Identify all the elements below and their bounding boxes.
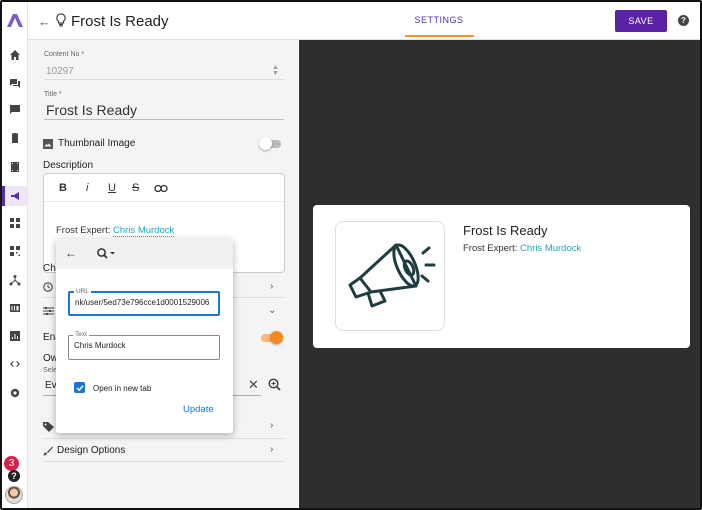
save-button[interactable]: SAVE [615,10,667,32]
url-field[interactable]: URL [68,288,220,316]
select-value-partial: Ev [45,380,57,391]
check-icon [75,384,84,391]
analytics-icon[interactable] [7,328,23,344]
preview-link[interactable]: Chris Murdock [520,243,581,254]
open-new-tab-label: Open in new tab [93,384,152,393]
report-icon[interactable] [7,300,23,316]
preview-card: Frost Is Ready Frost Expert: Chris Murdo… [313,205,690,348]
link-icon[interactable] [154,184,168,193]
tag-icon [43,422,54,432]
clock-icon [43,282,53,292]
content-no-label: Content No * [44,51,85,58]
text-input[interactable] [74,341,214,350]
clear-icon[interactable]: ✕ [248,377,259,393]
link-popup-header: ← [56,239,233,269]
underline-button[interactable]: U [108,182,116,194]
image-icon [43,139,53,149]
thumbnail-label: Thumbnail Image [58,138,136,149]
lightbulb-icon [56,13,66,27]
chevron-down-icon[interactable]: ⌄ [268,305,276,316]
preview-subtitle: Frost Expert: Chris Murdock [463,243,582,254]
top-bar: ← Frost Is Ready SETTINGS SAVE ? [28,2,700,40]
preview-panel: Frost Is Ready Frost Expert: Chris Murdo… [299,40,700,508]
title-field[interactable]: Frost Is Ready [46,102,137,118]
megaphone-nav-icon[interactable] [2,186,27,206]
search-dropdown-icon[interactable] [96,247,118,261]
strikethrough-button[interactable]: S [132,182,139,194]
app-logo-icon[interactable] [5,11,25,29]
title-label: Title * [44,91,62,98]
update-button[interactable]: Update [183,404,214,415]
chevron-right-icon[interactable]: › [270,420,273,431]
preview-title: Frost Is Ready [463,223,548,238]
chat-icon[interactable] [7,75,23,91]
qr-code-icon[interactable] [7,243,23,259]
zoom-in-icon[interactable] [268,378,281,391]
select-label-partial: Sele [43,367,58,374]
bold-button[interactable]: B [59,182,67,194]
thumbnail-frame [335,221,445,331]
toolbar-divider [44,201,284,202]
content-no-field[interactable]: 10297 [46,66,74,77]
design-options-label[interactable]: Design Options [57,445,125,456]
avatar[interactable] [5,486,23,504]
description-text: Frost Expert: Chris Murdock [56,225,175,237]
description-link[interactable]: Chris Murdock [113,225,175,237]
message-icon[interactable] [7,102,23,118]
divider [44,119,284,120]
text-field[interactable]: Text [68,331,220,360]
hierarchy-icon[interactable] [7,272,23,288]
notification-badge[interactable]: 3 [4,456,19,471]
code-icon[interactable] [7,356,23,372]
divider [43,461,285,462]
clipboard-icon[interactable] [7,130,23,146]
tab-active-indicator [405,35,474,37]
app-window: 3 ? ← Frost Is Ready SETTINGS SAVE ? Con… [0,0,702,510]
sliders-icon [43,307,54,315]
help-icon[interactable]: ? [8,470,20,482]
brush-icon [43,446,53,456]
stepper-icon[interactable]: ▲ ▼ [272,64,279,77]
description-label: Description [43,160,94,171]
thumbnail-toggle[interactable] [259,137,281,150]
back-arrow-icon[interactable]: ← [38,14,51,29]
chevron-right-icon[interactable]: › [270,281,273,292]
help-icon[interactable]: ? [678,15,689,26]
section-label-partial: Ch [43,263,56,274]
divider [44,79,284,80]
link-popup: ← URL Text Open in new tab Update [56,239,233,433]
page-title: Frost Is Ready [71,13,169,30]
open-new-tab-checkbox[interactable] [74,382,85,393]
home-icon[interactable] [7,47,23,63]
url-label: URL [74,288,92,295]
left-rail: 3 ? [2,2,28,508]
tab-settings[interactable]: SETTINGS [405,15,473,25]
enable-toggle[interactable] [261,331,283,344]
text-label: Text [73,331,89,338]
megaphone-icon [348,243,436,308]
settings-gear-icon[interactable] [7,385,23,401]
divider [43,438,285,439]
italic-button[interactable]: i [86,182,88,194]
widgets-icon[interactable] [7,215,23,231]
back-arrow-icon[interactable]: ← [65,246,77,260]
chevron-right-icon[interactable]: › [270,444,273,455]
url-input[interactable] [75,298,215,307]
film-icon[interactable] [7,159,23,175]
